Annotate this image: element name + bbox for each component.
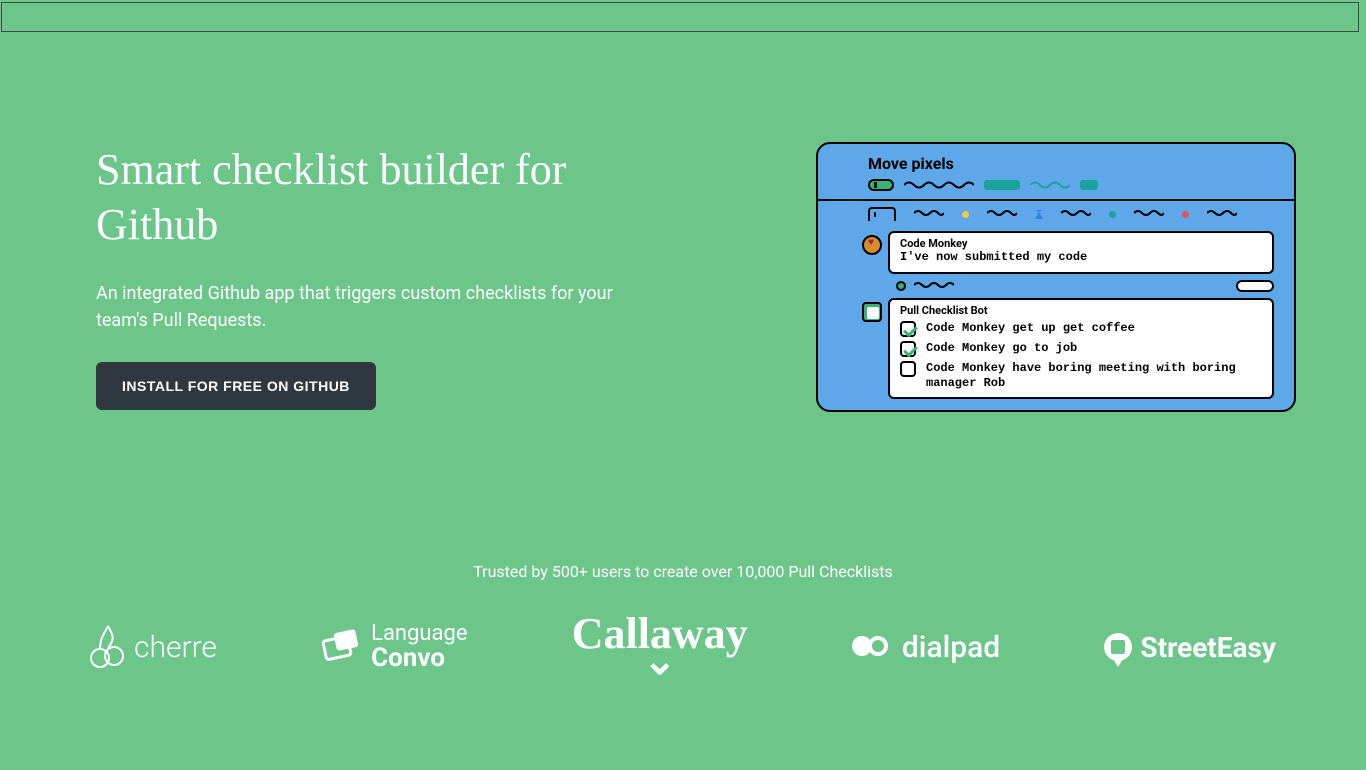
trusted-by-text: Trusted by 500+ users to create over 10,… — [0, 562, 1366, 581]
logo-streeteasy-text: StreetEasy — [1140, 631, 1276, 664]
comment-author: Code Monkey — [900, 237, 1262, 250]
dot-icon — [1035, 210, 1043, 219]
bot-avatar-icon — [862, 302, 882, 322]
squiggle-icon — [904, 180, 974, 190]
streeteasy-icon — [1104, 633, 1132, 661]
squiggle-icon — [1134, 209, 1164, 219]
checkbox-icon — [900, 341, 916, 357]
squiggle-icon — [914, 281, 954, 291]
product-illustration: Move pixels Code Monkey — [816, 142, 1296, 412]
checklist-text: Code Monkey go to job — [926, 341, 1077, 356]
logo-cherre-text: cherre — [134, 630, 217, 665]
dialpad-icon — [852, 636, 894, 658]
hero-title: Smart checklist builder for Github — [96, 142, 696, 252]
squiggle-icon — [1207, 209, 1237, 219]
hero-copy: Smart checklist builder for Github An in… — [96, 142, 696, 412]
speech-bubbles-icon — [321, 629, 363, 665]
illustration-window-title: Move pixels — [818, 144, 1294, 175]
status-dot-icon — [896, 281, 906, 291]
squiggle-icon — [914, 209, 944, 219]
checklist-text: Code Monkey get up get coffee — [926, 321, 1135, 336]
checklist-item: Code Monkey go to job — [900, 341, 1262, 357]
logo-language-line2: Convo — [371, 645, 467, 671]
hero-section: Smart checklist builder for Github An in… — [0, 32, 1366, 412]
pill-icon — [1236, 280, 1274, 292]
logo-dialpad-text: dialpad — [902, 630, 1000, 665]
illustration-status-row — [896, 280, 1274, 292]
checklist-item: Code Monkey have boring meeting with bor… — [900, 361, 1262, 391]
logo-language-line1: Language — [371, 623, 467, 645]
bot-author: Pull Checklist Bot — [900, 304, 1262, 317]
top-border-bar — [1, 2, 1359, 32]
tag-chip-icon — [1080, 180, 1098, 190]
dot-icon — [1182, 211, 1189, 218]
illustration-comment: Code Monkey I've now submitted my code — [888, 231, 1274, 274]
logo-dialpad: dialpad — [852, 630, 1000, 665]
dot-icon — [1109, 211, 1116, 218]
illustration-checklist: Pull Checklist Bot Code Monkey get up ge… — [888, 298, 1274, 399]
tab-icon — [868, 207, 896, 221]
install-github-button[interactable]: INSTALL FOR FREE ON GITHUB — [96, 362, 376, 410]
illustration-tab-row — [818, 199, 1294, 225]
logo-callaway: Callaway ⌄ — [572, 621, 748, 673]
squiggle-icon — [1061, 209, 1091, 219]
checklist-item: Code Monkey get up get coffee — [900, 321, 1262, 337]
dot-icon — [962, 211, 969, 218]
checkbox-icon — [900, 361, 916, 377]
customer-logos-row: cherre Language Convo Callaway ⌄ dialpad… — [0, 581, 1366, 673]
logo-cherre: cherre — [90, 624, 217, 670]
avatar-icon — [862, 235, 882, 255]
logo-streeteasy: StreetEasy — [1104, 631, 1276, 664]
cherre-icon — [90, 624, 126, 670]
checkbox-icon — [900, 321, 916, 337]
checklist-text: Code Monkey have boring meeting with bor… — [926, 361, 1262, 391]
status-pill-icon — [868, 179, 894, 191]
tag-chip-icon — [984, 180, 1020, 190]
comment-body: I've now submitted my code — [900, 250, 1262, 264]
squiggle-icon — [1030, 180, 1070, 190]
squiggle-icon — [987, 209, 1017, 219]
hero-subtitle: An integrated Github app that triggers c… — [96, 280, 616, 334]
illustration-meta-row — [818, 175, 1294, 199]
logo-language-convo: Language Convo — [321, 623, 467, 671]
